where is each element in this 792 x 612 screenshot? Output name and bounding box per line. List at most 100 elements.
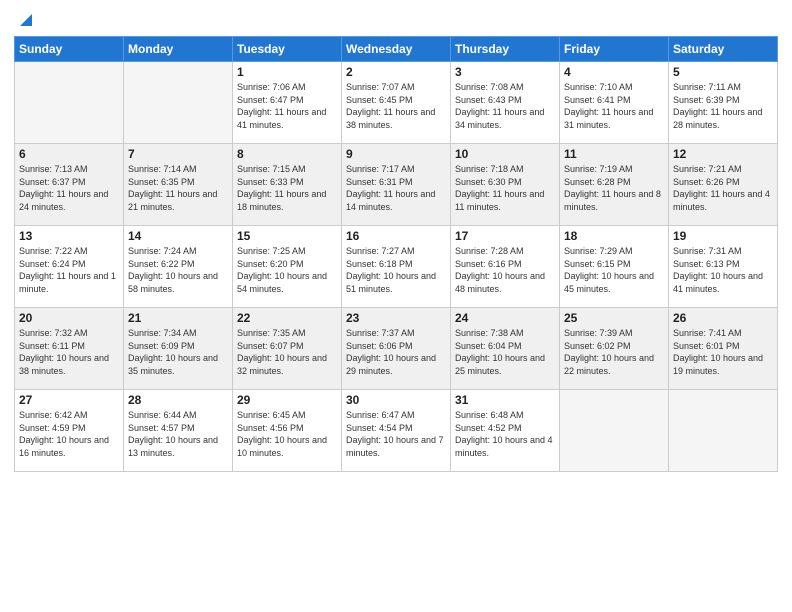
page: SundayMondayTuesdayWednesdayThursdayFrid… xyxy=(0,0,792,612)
day-info: Sunrise: 7:14 AM Sunset: 6:35 PM Dayligh… xyxy=(128,163,228,213)
day-info: Sunrise: 7:15 AM Sunset: 6:33 PM Dayligh… xyxy=(237,163,337,213)
column-header-sunday: Sunday xyxy=(15,37,124,62)
day-info: Sunrise: 7:29 AM Sunset: 6:15 PM Dayligh… xyxy=(564,245,664,295)
calendar-header-row: SundayMondayTuesdayWednesdayThursdayFrid… xyxy=(15,37,778,62)
calendar-cell: 9Sunrise: 7:17 AM Sunset: 6:31 PM Daylig… xyxy=(342,144,451,226)
day-number: 2 xyxy=(346,65,446,79)
day-number: 28 xyxy=(128,393,228,407)
calendar-cell: 12 Sunrise: 7:21 AM Sunset: 6:26 PM Dayli… xyxy=(669,144,778,226)
day-info: Sunrise: 7:24 AM Sunset: 6:22 PM Dayligh… xyxy=(128,245,228,295)
day-info: Sunrise: 7:37 AM Sunset: 6:06 PM Dayligh… xyxy=(346,327,446,377)
day-number: 12 xyxy=(673,147,773,161)
calendar-cell: 20Sunrise: 7:32 AM Sunset: 6:11 PM Dayli… xyxy=(15,308,124,390)
day-info: Sunrise: 7:34 AM Sunset: 6:09 PM Dayligh… xyxy=(128,327,228,377)
calendar-cell xyxy=(669,390,778,472)
day-info: Sunrise: 7:18 AM Sunset: 6:30 PM Dayligh… xyxy=(455,163,555,213)
calendar-week-row: 13 Sunrise: 7:22 AM Sunset: 6:24 PM Dayli… xyxy=(15,226,778,308)
day-info: Sunrise: 7:41 AM Sunset: 6:01 PM Dayligh… xyxy=(673,327,773,377)
calendar-cell: 22Sunrise: 7:35 AM Sunset: 6:07 PM Dayli… xyxy=(233,308,342,390)
calendar-cell: 25Sunrise: 7:39 AM Sunset: 6:02 PM Dayli… xyxy=(560,308,669,390)
day-info: Sunrise: 6:44 AM Sunset: 4:57 PM Dayligh… xyxy=(128,409,228,459)
day-info: Sunrise: 7:25 AM Sunset: 6:20 PM Dayligh… xyxy=(237,245,337,295)
day-number: 11 xyxy=(564,147,664,161)
calendar-cell: 19Sunrise: 7:31 AM Sunset: 6:13 PM Dayli… xyxy=(669,226,778,308)
column-header-saturday: Saturday xyxy=(669,37,778,62)
day-info: Sunrise: 6:45 AM Sunset: 4:56 PM Dayligh… xyxy=(237,409,337,459)
day-number: 13 xyxy=(19,229,119,243)
calendar-cell: 7 Sunrise: 7:14 AM Sunset: 6:35 PM Daylig… xyxy=(124,144,233,226)
day-info: Sunrise: 7:22 AM Sunset: 6:24 PM Dayligh… xyxy=(19,245,119,295)
day-number: 6 xyxy=(19,147,119,161)
calendar-cell: 8 Sunrise: 7:15 AM Sunset: 6:33 PM Daylig… xyxy=(233,144,342,226)
calendar-cell: 26 Sunrise: 7:41 AM Sunset: 6:01 PM Dayli… xyxy=(669,308,778,390)
calendar-cell: 5 Sunrise: 7:11 AM Sunset: 6:39 PM Daylig… xyxy=(669,62,778,144)
logo-icon xyxy=(16,10,36,30)
calendar-week-row: 27 Sunrise: 6:42 AM Sunset: 4:59 PM Dayli… xyxy=(15,390,778,472)
column-header-wednesday: Wednesday xyxy=(342,37,451,62)
calendar-cell: 18 Sunrise: 7:29 AM Sunset: 6:15 PM Dayli… xyxy=(560,226,669,308)
column-header-monday: Monday xyxy=(124,37,233,62)
header xyxy=(14,10,778,30)
day-number: 22 xyxy=(237,311,337,325)
day-info: Sunrise: 7:19 AM Sunset: 6:28 PM Dayligh… xyxy=(564,163,664,213)
calendar-cell: 2 Sunrise: 7:07 AM Sunset: 6:45 PM Daylig… xyxy=(342,62,451,144)
day-number: 10 xyxy=(455,147,555,161)
calendar-cell: 21Sunrise: 7:34 AM Sunset: 6:09 PM Dayli… xyxy=(124,308,233,390)
calendar-cell: 11 Sunrise: 7:19 AM Sunset: 6:28 PM Dayli… xyxy=(560,144,669,226)
day-info: Sunrise: 7:27 AM Sunset: 6:18 PM Dayligh… xyxy=(346,245,446,295)
calendar-table: SundayMondayTuesdayWednesdayThursdayFrid… xyxy=(14,36,778,472)
day-number: 17 xyxy=(455,229,555,243)
day-number: 29 xyxy=(237,393,337,407)
day-number: 8 xyxy=(237,147,337,161)
day-number: 3 xyxy=(455,65,555,79)
day-number: 4 xyxy=(564,65,664,79)
day-number: 27 xyxy=(19,393,119,407)
calendar-cell: 4 Sunrise: 7:10 AM Sunset: 6:41 PM Daylig… xyxy=(560,62,669,144)
day-info: Sunrise: 7:28 AM Sunset: 6:16 PM Dayligh… xyxy=(455,245,555,295)
day-number: 15 xyxy=(237,229,337,243)
calendar-cell: 31 Sunrise: 6:48 AM Sunset: 4:52 PM Dayli… xyxy=(451,390,560,472)
day-number: 30 xyxy=(346,393,446,407)
day-info: Sunrise: 7:11 AM Sunset: 6:39 PM Dayligh… xyxy=(673,81,773,131)
calendar-cell: 16Sunrise: 7:27 AM Sunset: 6:18 PM Dayli… xyxy=(342,226,451,308)
calendar-cell: 29 Sunrise: 6:45 AM Sunset: 4:56 PM Dayli… xyxy=(233,390,342,472)
calendar-cell: 24 Sunrise: 7:38 AM Sunset: 6:04 PM Dayli… xyxy=(451,308,560,390)
day-number: 31 xyxy=(455,393,555,407)
day-info: Sunrise: 7:08 AM Sunset: 6:43 PM Dayligh… xyxy=(455,81,555,131)
day-number: 25 xyxy=(564,311,664,325)
calendar-cell: 23Sunrise: 7:37 AM Sunset: 6:06 PM Dayli… xyxy=(342,308,451,390)
day-info: Sunrise: 7:21 AM Sunset: 6:26 PM Dayligh… xyxy=(673,163,773,213)
day-info: Sunrise: 7:06 AM Sunset: 6:47 PM Dayligh… xyxy=(237,81,337,131)
calendar-cell: 15 Sunrise: 7:25 AM Sunset: 6:20 PM Dayli… xyxy=(233,226,342,308)
day-number: 24 xyxy=(455,311,555,325)
calendar-cell: 30 Sunrise: 6:47 AM Sunset: 4:54 PM Dayli… xyxy=(342,390,451,472)
day-number: 5 xyxy=(673,65,773,79)
calendar-cell: 6Sunrise: 7:13 AM Sunset: 6:37 PM Daylig… xyxy=(15,144,124,226)
day-number: 20 xyxy=(19,311,119,325)
calendar-cell xyxy=(560,390,669,472)
day-info: Sunrise: 7:07 AM Sunset: 6:45 PM Dayligh… xyxy=(346,81,446,131)
calendar-cell: 10 Sunrise: 7:18 AM Sunset: 6:30 PM Dayli… xyxy=(451,144,560,226)
day-number: 1 xyxy=(237,65,337,79)
calendar-week-row: 1 Sunrise: 7:06 AM Sunset: 6:47 PM Daylig… xyxy=(15,62,778,144)
calendar-cell: 3 Sunrise: 7:08 AM Sunset: 6:43 PM Daylig… xyxy=(451,62,560,144)
column-header-tuesday: Tuesday xyxy=(233,37,342,62)
calendar-cell: 28 Sunrise: 6:44 AM Sunset: 4:57 PM Dayli… xyxy=(124,390,233,472)
day-info: Sunrise: 7:38 AM Sunset: 6:04 PM Dayligh… xyxy=(455,327,555,377)
calendar-cell xyxy=(124,62,233,144)
calendar-cell xyxy=(15,62,124,144)
calendar-week-row: 6Sunrise: 7:13 AM Sunset: 6:37 PM Daylig… xyxy=(15,144,778,226)
column-header-thursday: Thursday xyxy=(451,37,560,62)
calendar-week-row: 20Sunrise: 7:32 AM Sunset: 6:11 PM Dayli… xyxy=(15,308,778,390)
logo xyxy=(14,10,36,30)
day-info: Sunrise: 6:48 AM Sunset: 4:52 PM Dayligh… xyxy=(455,409,555,459)
column-header-friday: Friday xyxy=(560,37,669,62)
day-number: 26 xyxy=(673,311,773,325)
day-info: Sunrise: 7:10 AM Sunset: 6:41 PM Dayligh… xyxy=(564,81,664,131)
day-number: 14 xyxy=(128,229,228,243)
calendar-cell: 17 Sunrise: 7:28 AM Sunset: 6:16 PM Dayli… xyxy=(451,226,560,308)
day-info: Sunrise: 6:42 AM Sunset: 4:59 PM Dayligh… xyxy=(19,409,119,459)
day-number: 18 xyxy=(564,229,664,243)
day-number: 7 xyxy=(128,147,228,161)
day-info: Sunrise: 6:47 AM Sunset: 4:54 PM Dayligh… xyxy=(346,409,446,459)
